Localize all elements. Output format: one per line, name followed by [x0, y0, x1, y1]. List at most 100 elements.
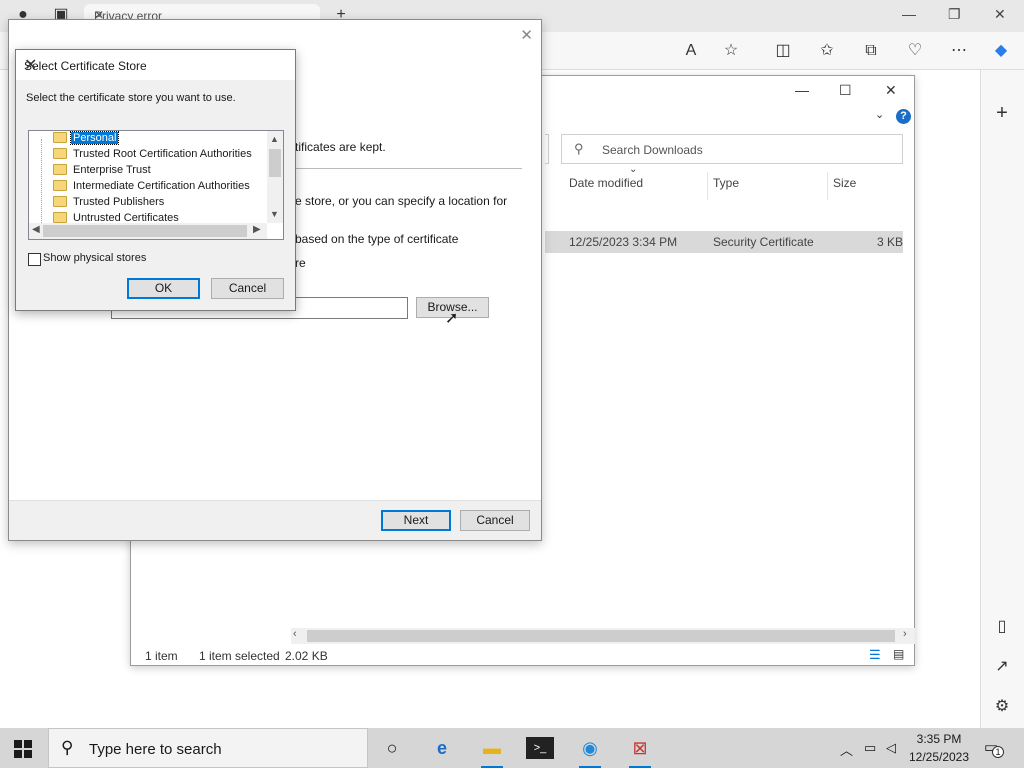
next-button[interactable]: Next — [381, 510, 451, 531]
split-screen-icon[interactable]: ◫ — [772, 40, 794, 62]
more-icon[interactable]: ⋯ — [948, 40, 970, 62]
search-icon: ⚲ — [574, 141, 584, 156]
terminal-icon[interactable]: >_ — [526, 737, 554, 759]
minimize-icon[interactable]: — — [795, 82, 809, 98]
edge-legacy-icon[interactable]: e — [428, 734, 456, 762]
dialog-title-bar: Select Certificate Store ✕ — [16, 50, 295, 80]
column-divider — [707, 172, 708, 200]
close-icon[interactable]: ✕ — [520, 26, 533, 44]
notification-badge: 1 — [992, 746, 1004, 758]
tree-vertical-scrollbar[interactable]: ▲ ▼ — [267, 131, 283, 223]
taskbar-search-input[interactable]: ⚲ Type here to search — [48, 728, 368, 768]
selected-size: 2.02 KB — [285, 649, 328, 663]
search-icon: ⚲ — [61, 738, 74, 757]
tree-item-intermediate[interactable]: Intermediate Certification Authorities — [53, 180, 252, 196]
minimize-icon[interactable]: — — [902, 6, 916, 22]
collections-icon[interactable]: ⧉ — [860, 40, 882, 62]
read-aloud-icon[interactable]: A — [680, 40, 702, 62]
help-icon[interactable]: ? — [896, 109, 911, 124]
taskbar: ⚲ Type here to search ○ e ▬ >_ ◉ ⊠ ︿ ▭ ◁… — [0, 728, 1024, 768]
file-explorer-icon[interactable]: ▬ — [478, 734, 506, 768]
divider — [279, 168, 522, 169]
show-physical-stores-checkbox[interactable] — [28, 253, 41, 266]
search-placeholder: Search Downloads — [602, 143, 703, 157]
file-size: 3 KB — [877, 235, 904, 249]
task-view-icon[interactable]: ○ — [378, 734, 406, 762]
mouse-cursor-icon: ➚ — [445, 310, 459, 327]
wizard-footer: Next Cancel — [9, 500, 541, 540]
tree-horizontal-scrollbar[interactable]: ◀ ▶ — [29, 223, 267, 239]
chevron-down-icon[interactable]: ⌄ — [875, 108, 884, 121]
sort-chevron-icon: ⌄ — [629, 164, 638, 175]
scroll-left-icon[interactable]: ‹ — [293, 628, 297, 640]
scroll-left-icon[interactable]: ◀ — [32, 224, 40, 235]
certificate-store-tree: Personal Trusted Root Certification Auth… — [28, 130, 284, 240]
column-divider — [827, 172, 828, 200]
browser-sidebar: + ▯ ↗ ⚙ — [980, 70, 1024, 728]
instruction-text: Select the certificate store you want to… — [26, 92, 236, 104]
show-physical-stores-label[interactable]: Show physical stores — [43, 252, 146, 264]
file-type: Security Certificate — [713, 235, 814, 249]
scrollbar-thumb[interactable] — [43, 225, 247, 237]
tree-item-enterprise-trust[interactable]: Enterprise Trust — [53, 164, 153, 180]
wizard-text-type: based on the type of certificate — [295, 232, 459, 246]
scroll-down-icon[interactable]: ▼ — [270, 209, 279, 219]
wizard-text-location: e store, or you can specify a location f… — [295, 194, 508, 208]
windows-start-icon[interactable] — [14, 740, 32, 758]
volume-muted-icon[interactable]: ◁ — [886, 740, 896, 756]
ok-button[interactable]: OK — [127, 278, 200, 299]
taskbar-search-placeholder: Type here to search — [89, 741, 222, 758]
close-window-icon[interactable]: ✕ — [994, 6, 1006, 23]
certificate-app-icon[interactable]: ⊠ — [626, 734, 654, 768]
maximize-icon[interactable]: ☐ — [839, 82, 852, 99]
folder-icon — [53, 148, 67, 159]
browser-essentials-icon[interactable]: ♡ — [904, 40, 926, 62]
clock[interactable]: 3:35 PM 12/25/2023 — [900, 730, 978, 766]
close-icon[interactable]: ✕ — [24, 55, 287, 75]
details-view-icon[interactable]: ☰ — [869, 647, 881, 663]
notification-icon[interactable]: ▭ 1 — [984, 738, 1004, 758]
column-size[interactable]: Size — [833, 176, 856, 190]
copilot-icon[interactable]: ◆ — [990, 40, 1012, 62]
search-downloads-input[interactable]: ⚲ Search Downloads — [561, 134, 903, 164]
scroll-up-icon[interactable]: ▲ — [270, 134, 279, 144]
wizard-text-kept: rtificates are kept. — [291, 140, 386, 154]
column-date-modified[interactable]: Date modified — [569, 176, 643, 190]
wizard-text-store: re — [295, 256, 306, 270]
cancel-button[interactable]: Cancel — [460, 510, 530, 531]
selected-count: 1 item selected — [199, 649, 280, 663]
tree-lines — [41, 139, 51, 229]
scrollbar-thumb[interactable] — [307, 630, 895, 642]
scroll-right-icon[interactable]: › — [903, 628, 907, 640]
tree-item-trusted-root[interactable]: Trusted Root Certification Authorities — [53, 148, 254, 164]
scroll-right-icon[interactable]: ▶ — [253, 224, 261, 235]
network-icon[interactable]: ▭ — [864, 740, 876, 756]
large-icons-view-icon[interactable]: ▤ — [893, 647, 904, 661]
select-certificate-store-dialog: Select Certificate Store ✕ Select the ce… — [15, 49, 296, 311]
gear-icon[interactable]: ⚙ — [991, 696, 1013, 718]
edge-icon[interactable]: ◉ — [576, 734, 604, 768]
file-row[interactable]: 12/25/2023 3:34 PM Security Certificate … — [545, 231, 903, 253]
cancel-button[interactable]: Cancel — [211, 278, 284, 299]
horizontal-scrollbar[interactable]: ‹ › — [291, 628, 915, 644]
scrollbar-thumb[interactable] — [269, 149, 281, 177]
status-bar: 1 item 1 item selected 2.02 KB ☰ ▤ — [131, 646, 914, 666]
folder-icon — [53, 196, 67, 207]
tree-item-trusted-publishers[interactable]: Trusted Publishers — [53, 196, 166, 212]
show-hidden-icons-icon[interactable]: ︿ — [840, 740, 853, 759]
folder-icon — [53, 164, 67, 175]
external-link-icon[interactable]: ↗ — [991, 656, 1013, 678]
column-type[interactable]: Type — [713, 176, 739, 190]
add-icon[interactable]: + — [991, 102, 1013, 124]
folder-icon — [53, 212, 67, 223]
clock-time: 3:35 PM — [916, 732, 962, 746]
favorites-icon[interactable]: ✩ — [816, 40, 838, 62]
close-icon[interactable]: ✕ — [885, 82, 897, 99]
file-date: 12/25/2023 3:34 PM — [569, 235, 678, 249]
restore-icon[interactable]: ❐ — [948, 6, 961, 23]
address-bar-edge — [545, 134, 549, 164]
folder-icon — [53, 180, 67, 191]
favorite-icon[interactable]: ☆ — [720, 40, 742, 62]
tree-item-personal[interactable]: Personal — [53, 131, 120, 148]
sidebar-toggle-icon[interactable]: ▯ — [991, 616, 1013, 638]
